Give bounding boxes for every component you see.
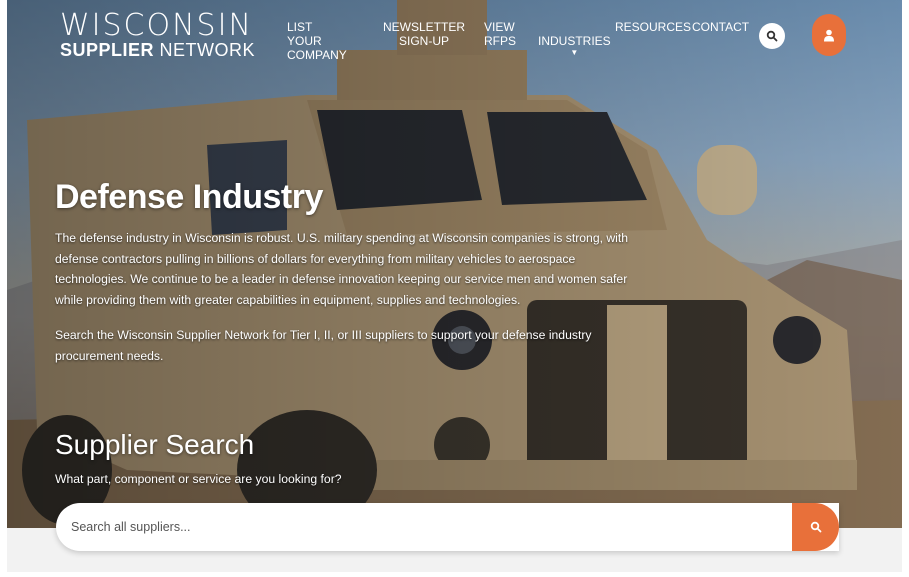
nav-item-resources[interactable]: RESOURCES — [615, 20, 691, 34]
nav-item-list-your-company[interactable]: LIST YOUR COMPANY — [287, 20, 347, 62]
nav-item-industries-label: INDUSTRIES — [538, 34, 611, 48]
user-icon — [824, 29, 834, 41]
site-logo[interactable]: WISCONSIN SUPPLIER NETWORK — [60, 8, 255, 61]
caret-down-icon: ▼ — [570, 48, 579, 57]
account-button[interactable] — [812, 14, 846, 56]
supplier-search-subtitle: What part, component or service are you … — [55, 472, 342, 486]
search-icon — [810, 521, 821, 533]
logo-word-network: NETWORK — [159, 40, 256, 60]
nav-item-contact[interactable]: CONTACT — [692, 20, 749, 34]
logo-line-1: WISCONSIN — [60, 8, 253, 43]
nav-item-newsletter-signup[interactable]: NEWSLETTER SIGN-UP — [383, 20, 465, 48]
page: WISCONSIN SUPPLIER NETWORK LIST YOUR COM… — [0, 0, 909, 577]
logo-word-supplier: SUPPLIER — [60, 40, 155, 60]
supplier-search-title: Supplier Search — [55, 429, 255, 460]
nav-item-view-rfps[interactable]: VIEW RFPS — [484, 20, 516, 48]
nav-item-industries[interactable]: INDUSTRIES ▼ — [538, 20, 611, 72]
header-search-button[interactable] — [759, 23, 785, 49]
supplier-search-submit-button[interactable] — [792, 503, 839, 551]
supplier-search-form — [56, 503, 839, 551]
search-prompt-paragraph: Search the Wisconsin Supplier Network fo… — [55, 328, 592, 363]
intro-paragraph: The defense industry in Wisconsin is rob… — [55, 231, 629, 307]
supplier-search-input[interactable] — [56, 503, 792, 551]
page-title: Defense Industry — [55, 178, 323, 216]
search-icon — [766, 30, 778, 42]
logo-line-2: SUPPLIER NETWORK — [60, 40, 255, 60]
